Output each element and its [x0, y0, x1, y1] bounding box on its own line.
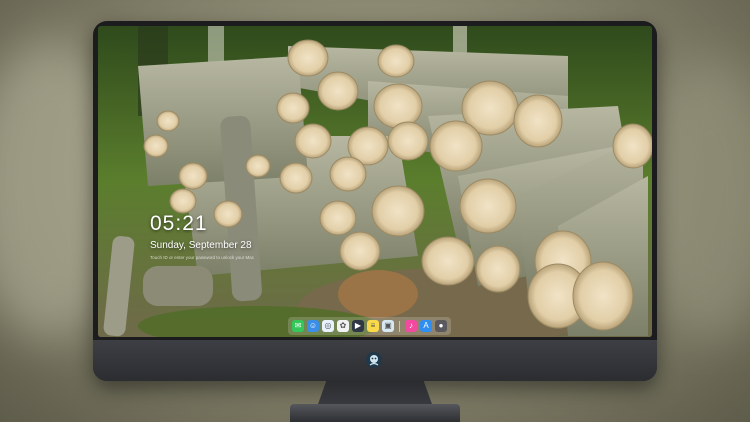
itunes-icon[interactable]: ♪ [405, 320, 417, 332]
wallpaper-log-pile [98, 26, 652, 337]
notes-icon[interactable]: ≡ [367, 320, 379, 332]
messages-icon[interactable]: ✉ [292, 320, 304, 332]
safari-icon[interactable]: ◎ [322, 320, 334, 332]
preview-icon[interactable]: ▣ [382, 320, 394, 332]
dock: ✉ ☺ ◎ ✿ ▶ ≡ ▣ ♪ A ● [288, 317, 451, 335]
claquette-icon[interactable]: ▶ [352, 320, 364, 332]
imac-monitor: 05:21 Sunday, September 28 Touch ID or e… [93, 21, 657, 381]
lock-screen-date: Sunday, September 28 [150, 240, 252, 251]
monitor-chin [93, 340, 657, 381]
dock-separator [399, 320, 400, 332]
lock-screen-time: 05:21 [150, 212, 208, 235]
screen: 05:21 Sunday, September 28 Touch ID or e… [98, 26, 652, 337]
photos-icon[interactable]: ✿ [337, 320, 349, 332]
app-store-icon[interactable]: A [420, 320, 432, 332]
brand-logo-icon [366, 352, 382, 368]
camera-icon[interactable]: ● [435, 320, 447, 332]
finder-icon[interactable]: ☺ [307, 320, 319, 332]
monitor-stand-foot [290, 404, 460, 422]
unlock-hint: Touch ID or enter your password to unloc… [150, 255, 255, 260]
